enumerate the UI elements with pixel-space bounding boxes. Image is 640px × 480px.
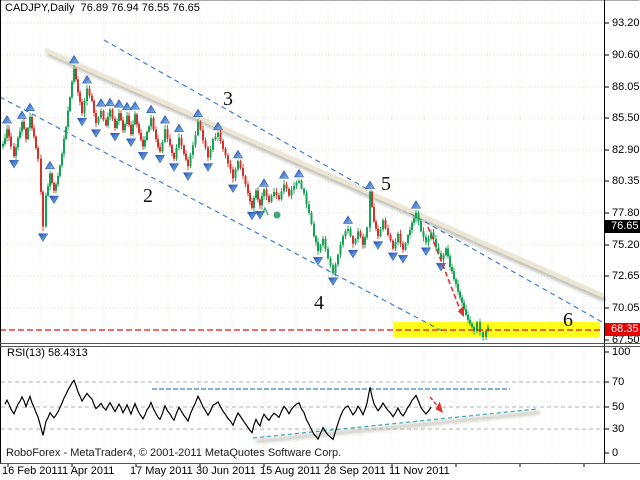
price-axis-label: 93.20: [612, 18, 640, 29]
price-axis-label: 72.65: [612, 271, 640, 282]
wave-label-2: 2: [143, 186, 153, 206]
price-axis-label: 80.35: [612, 176, 640, 187]
current-price-badge: 76.65: [605, 220, 640, 233]
date-label: 30 Jun 2011: [196, 466, 256, 477]
date-label: 1 Apr 2011: [62, 466, 114, 477]
rsi-indicator-label: RSI(13) 58.4313: [7, 348, 88, 359]
rsi-support-shadow: [256, 413, 540, 442]
wave-label-5: 5: [381, 174, 391, 194]
wave-label-3: 3: [223, 89, 233, 109]
price-axis-label: 88.05: [612, 82, 640, 93]
rsi-forecast-arrow: [430, 397, 447, 415]
target-price-badge: 68.35: [605, 323, 640, 336]
price-axis-label: 82.90: [612, 145, 640, 156]
price-axis-label: 85.50: [612, 113, 640, 124]
chart-canvas[interactable]: [0, 0, 640, 480]
wave-label-6: 6: [563, 310, 573, 330]
rsi-axis-label: 100: [612, 347, 640, 358]
entry-point-marker: [274, 212, 281, 219]
date-label: 15 Aug 2011: [260, 466, 321, 477]
price-axis-label: 70.05: [612, 303, 640, 314]
price-axis-label: 67.50: [612, 335, 640, 346]
wave-label-4: 4: [314, 293, 324, 313]
entry-arrow-icon: [262, 208, 268, 215]
rsi-axis-label: 70: [612, 377, 640, 388]
mt4-chart-window: CADJPY,Daily 76.89 76.94 76.55 76.65 93.…: [0, 0, 640, 480]
rsi-axis-label: 30: [612, 424, 640, 435]
date-label: 28 Sep 2011: [324, 466, 386, 477]
rsi-axis-label: 50: [612, 402, 640, 413]
copyright-text: RoboForex - MetaTrader4, © 2001-2011 Met…: [6, 448, 341, 459]
trend-highlight-shadow: [48, 54, 606, 300]
date-label: 11 Nov 2011: [389, 466, 450, 477]
price-axis-label: 90.60: [612, 50, 640, 61]
chart-title: CADJPY,Daily 76.89 76.94 76.55 76.65: [5, 3, 200, 14]
date-label: 16 Feb 2011: [2, 466, 63, 477]
price-axis-label: 77.80: [612, 208, 640, 219]
price-axis-label: 75.20: [612, 240, 640, 251]
rsi-axis-label: 0: [612, 448, 640, 459]
axis-ticks: [8, 23, 609, 467]
date-label: 17 May 2011: [130, 466, 193, 477]
